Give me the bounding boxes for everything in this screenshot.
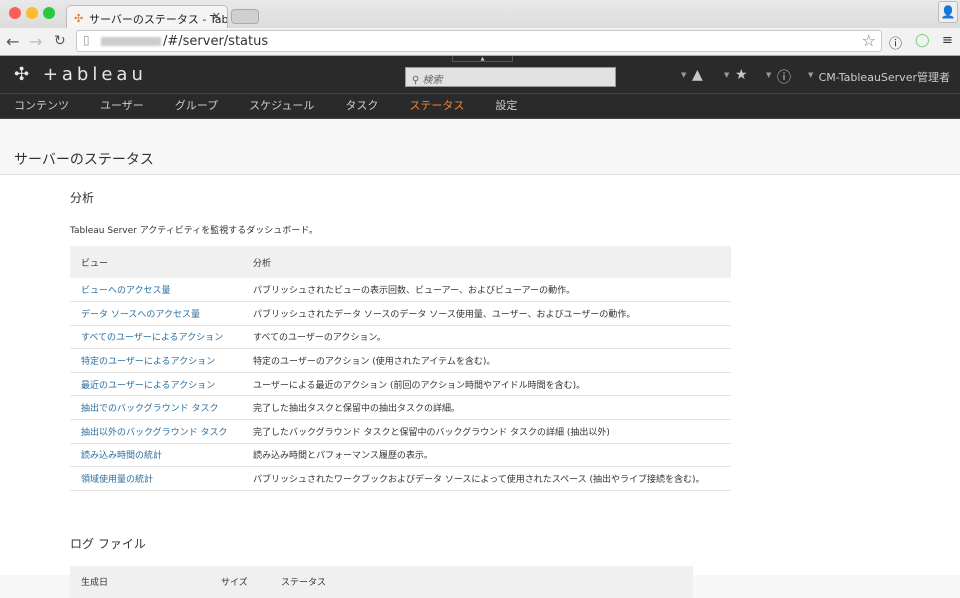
view-link[interactable]: データ ソースへのアクセス量 xyxy=(81,310,200,320)
collapse-handle[interactable]: ▲ xyxy=(452,56,513,62)
address-toolbar: ← → ↻ ▯ /#/server/status ☆ ⓘ ◯ ≡ xyxy=(0,28,960,56)
extension-icon[interactable]: ◯ xyxy=(915,33,930,48)
favorites-star-icon[interactable]: ★ xyxy=(735,67,748,83)
column-header-analysis: 分析 xyxy=(242,246,731,278)
browser-tab[interactable]: ✣ サーバーのステータス - Tableau ✕ xyxy=(66,5,228,28)
back-icon[interactable]: ← xyxy=(6,32,19,51)
reload-icon[interactable]: ↻ xyxy=(54,33,66,49)
analysis-description: Tableau Server アクティビティを監視するダッシュボード。 xyxy=(70,226,319,236)
analysis-heading: 分析 xyxy=(70,191,95,205)
maximize-window-button[interactable] xyxy=(43,7,55,19)
table-row: データ ソースへのアクセス量 パブリッシュされたデータ ソースのデータ ソース使用… xyxy=(70,301,731,326)
view-cell: 特定のユーザーによるアクション xyxy=(70,348,242,373)
table-row: 最近のユーザーによるアクション ユーザーによる最近のアクション (前回のアクション… xyxy=(70,372,731,397)
tableau-favicon-icon: ✣ xyxy=(74,12,84,25)
table-row: すべてのユーザーによるアクション すべてのユーザーのアクション。 xyxy=(70,325,731,350)
column-header-status: ステータス xyxy=(270,565,693,598)
address-bar[interactable]: ▯ /#/server/status ☆ xyxy=(76,30,882,52)
view-link[interactable]: 特定のユーザーによるアクション xyxy=(81,357,215,367)
column-header-view: ビュー xyxy=(70,246,242,278)
search-input[interactable]: ⚲ 検索 xyxy=(405,67,616,87)
view-cell: ビューへのアクセス量 xyxy=(70,278,242,303)
table-row: 抽出以外のバックグラウンド タスク 完了したバックグラウンド タスクと保留中のバッ… xyxy=(70,419,731,444)
nav-settings[interactable]: 設定 xyxy=(495,94,517,118)
nav-content[interactable]: コンテンツ xyxy=(14,94,69,118)
nav-schedules[interactable]: スケジュール xyxy=(249,94,314,118)
user-caret-icon[interactable]: ▼ xyxy=(808,71,813,79)
analysis-description-cell: 完了したバックグラウンド タスクと保留中のバックグラウンド タスクの詳細 (抽出… xyxy=(242,419,731,444)
analysis-description-cell: 完了した抽出タスクと保留中の抽出タスクの詳細。 xyxy=(242,395,731,421)
profile-icon[interactable]: 👤 xyxy=(938,1,958,23)
nav-status[interactable]: ステータス xyxy=(409,94,464,118)
nav-groups[interactable]: グループ xyxy=(175,94,218,118)
table-row: 領域使用量の統計 パブリッシュされたワークブックおよびデータ ソースによって使用さ… xyxy=(70,466,731,491)
page-icon: ▯ xyxy=(83,33,90,47)
page-title: サーバーのステータス xyxy=(0,119,960,175)
view-link[interactable]: 抽出以外のバックグラウンド タスク xyxy=(81,428,228,438)
view-link[interactable]: すべてのユーザーによるアクション xyxy=(81,333,223,343)
new-tab-button[interactable] xyxy=(231,9,259,24)
view-cell: 最近のユーザーによるアクション xyxy=(70,372,242,397)
table-row: 特定のユーザーによるアクション 特定のユーザーのアクション (使用されたアイテムを… xyxy=(70,348,731,373)
analysis-description-cell: パブリッシュされたビューの表示回数、ビューアー、およびビューアーの動作。 xyxy=(242,278,731,303)
tab-title: サーバーのステータス - Tableau xyxy=(89,13,228,26)
main-content: 分析 Tableau Server アクティビティを監視するダッシュボード。 ビ… xyxy=(0,175,960,598)
menu-icon[interactable]: ≡ xyxy=(942,33,953,48)
table-row: ビューへのアクセス量 パブリッシュされたビューの表示回数、ビューアー、およびビュー… xyxy=(70,278,731,303)
analysis-description-cell: 特定のユーザーのアクション (使用されたアイテムを含む)。 xyxy=(242,348,731,373)
info-icon[interactable]: ⓘ xyxy=(777,67,791,87)
view-cell: データ ソースへのアクセス量 xyxy=(70,301,242,326)
url-text: /#/server/status xyxy=(163,34,269,49)
view-cell: 抽出以外のバックグラウンド タスク xyxy=(70,419,242,444)
close-window-button[interactable] xyxy=(9,7,21,19)
close-tab-icon[interactable]: ✕ xyxy=(212,10,221,23)
table-row: 読み込み時間の統計 読み込み時間とパフォーマンス履歴の表示。 xyxy=(70,443,731,468)
main-nav: コンテンツ ユーザー グループ スケジュール タスク ステータス 設定 xyxy=(0,94,960,119)
bookmark-star-icon[interactable]: ☆ xyxy=(862,31,876,50)
alerts-caret-icon[interactable]: ▼ xyxy=(681,71,686,79)
analysis-description-cell: ユーザーによる最近のアクション (前回のアクション時間やアイドル時間を含む)。 xyxy=(242,372,731,397)
view-cell: 領域使用量の統計 xyxy=(70,466,242,491)
search-icon: ⚲ xyxy=(412,75,423,86)
view-cell: 抽出でのバックグラウンド タスク xyxy=(70,395,242,421)
favorites-caret-icon[interactable]: ▼ xyxy=(724,71,729,79)
view-cell: 読み込み時間の統計 xyxy=(70,443,242,468)
view-cell: すべてのユーザーによるアクション xyxy=(70,325,242,350)
alert-icon[interactable]: ▲ xyxy=(692,67,703,83)
table-row: 抽出でのバックグラウンド タスク 完了した抽出タスクと保留中の抽出タスクの詳細。 xyxy=(70,395,731,421)
analysis-description-cell: 読み込み時間とパフォーマンス履歴の表示。 xyxy=(242,443,731,468)
column-header-generated: 生成日 xyxy=(70,565,210,598)
column-header-size: サイズ xyxy=(210,565,270,598)
user-menu[interactable]: CM-TableauServer管理者 xyxy=(819,69,950,85)
search-placeholder: 検索 xyxy=(422,75,443,86)
tableau-logo[interactable]: ✣ +ableau xyxy=(14,64,147,85)
nav-tasks[interactable]: タスク xyxy=(345,94,378,118)
view-link[interactable]: ビューへのアクセス量 xyxy=(81,286,171,296)
analysis-description-cell: パブリッシュされたデータ ソースのデータ ソース使用量、ユーザー、およびユーザー… xyxy=(242,301,731,326)
log-table: 生成日 サイズ ステータス xyxy=(70,565,693,598)
nav-users[interactable]: ユーザー xyxy=(100,94,144,118)
view-link[interactable]: 最近のユーザーによるアクション xyxy=(81,381,215,391)
info-caret-icon[interactable]: ▼ xyxy=(766,71,771,79)
analysis-description-cell: すべてのユーザーのアクション。 xyxy=(242,325,731,350)
log-files-heading: ログ ファイル xyxy=(70,536,146,551)
browser-tab-bar: ✣ サーバーのステータス - Tableau ✕ 👤 xyxy=(0,0,960,28)
view-link[interactable]: 読み込み時間の統計 xyxy=(81,451,162,461)
analysis-description-cell: パブリッシュされたワークブックおよびデータ ソースによって使用されたスペース (… xyxy=(242,466,731,491)
password-manager-icon[interactable]: ⓘ xyxy=(889,33,902,52)
analysis-table: ビュー 分析 ビューへのアクセス量 パブリッシュされたビューの表示回数、ビューアー… xyxy=(70,246,731,491)
blurred-host xyxy=(101,37,161,46)
tableau-header: ▲ ✣ +ableau ⚲ 検索 ▼ ▲ ▼ ★ ▼ ⓘ ▼ CM-Tablea… xyxy=(0,56,960,94)
logo-text: +ableau xyxy=(42,64,147,85)
view-link[interactable]: 領域使用量の統計 xyxy=(81,475,153,485)
forward-icon[interactable]: → xyxy=(29,32,42,51)
view-link[interactable]: 抽出でのバックグラウンド タスク xyxy=(81,404,219,414)
minimize-window-button[interactable] xyxy=(26,7,38,19)
